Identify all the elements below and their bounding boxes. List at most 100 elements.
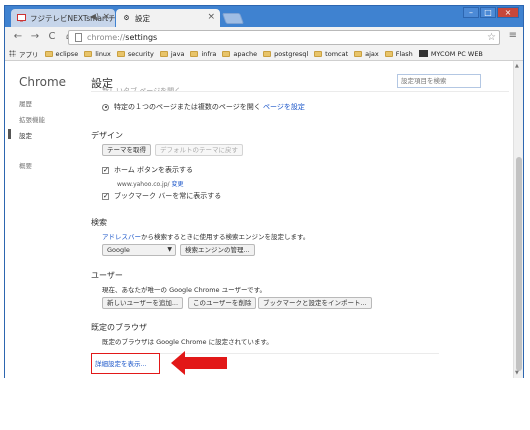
bookmark-eclipse[interactable]: eclipse	[44, 49, 79, 58]
folder-icon	[263, 50, 272, 57]
manage-search-engines-button[interactable]: 検索エンジンの管理...	[180, 244, 255, 256]
change-home-link[interactable]: 変更	[171, 181, 183, 188]
bookmark-mycom[interactable]: MYCOM PC WEB	[418, 49, 483, 58]
add-user-button[interactable]: 新しいユーザーを追加...	[102, 297, 184, 309]
section-title-default-browser: 既定のブラウザ	[91, 323, 147, 332]
close-tab-icon[interactable]: ×	[102, 12, 110, 22]
folder-icon	[190, 50, 199, 57]
set-pages-link[interactable]: ページを設定	[263, 102, 305, 112]
search-text: から検索するときに使用する検索エンジンを設定します。	[141, 233, 310, 241]
section-title-design: デザイン	[91, 131, 123, 140]
sidebar-item-about[interactable]: 概要	[19, 160, 32, 170]
show-advanced-settings-link[interactable]: 詳細設定を表示...	[95, 358, 147, 368]
bookmark-security[interactable]: security	[116, 49, 154, 58]
close-tab-icon[interactable]: ×	[207, 12, 215, 22]
close-window-button[interactable]: ×	[497, 7, 519, 18]
sidebar-item-extensions[interactable]: 拡張機能	[19, 114, 45, 124]
minimize-button[interactable]: –	[463, 7, 479, 18]
bookmark-flash[interactable]: Flash	[384, 50, 413, 58]
tv-icon	[17, 14, 26, 23]
folder-icon	[159, 50, 168, 57]
default-browser-status: 既定のブラウザは Google Chrome に設定されています。	[102, 338, 273, 346]
scroll-up-icon[interactable]: ▲	[515, 63, 519, 69]
checkbox-label: ブックマーク バーを常に表示する	[114, 192, 222, 200]
active-indicator	[8, 129, 11, 139]
tab-settings[interactable]: ⚙ 設定 ×	[116, 9, 220, 27]
checkbox-checked[interactable]: ✓	[102, 192, 109, 200]
reset-theme-button[interactable]: デフォルトのテーマに戻す	[155, 144, 243, 156]
menu-icon[interactable]: ≡	[509, 30, 517, 41]
bookmarks-bar: アプリ eclipse linux security java infra ap…	[5, 47, 523, 61]
bookmark-label: infra	[201, 49, 217, 58]
address-bar[interactable]: chrome://settings ☆	[68, 30, 500, 45]
address-bar-link[interactable]: アドレスバー	[102, 233, 141, 241]
toolbar: ← → C ⌂ chrome://settings ☆ ≡	[5, 27, 523, 47]
import-bookmarks-button[interactable]: ブックマークと設定をインポート...	[258, 297, 372, 309]
url-path: settings	[125, 33, 158, 42]
settings-search-input[interactable]	[397, 74, 481, 88]
bookmark-label: linux	[95, 49, 111, 58]
show-home-option[interactable]: ✓ ホーム ボタンを表示する	[102, 165, 193, 175]
star-icon[interactable]: ☆	[487, 31, 496, 44]
bookmark-java[interactable]: java	[159, 49, 185, 58]
show-bookmarks-option[interactable]: ✓ ブックマーク バーを常に表示する	[102, 191, 221, 201]
bookmark-apps[interactable]: アプリ	[9, 49, 39, 59]
bookmark-linux[interactable]: linux	[84, 50, 111, 58]
folder-icon	[222, 50, 231, 57]
checkbox-label: ホーム ボタンを表示する	[114, 166, 194, 174]
checkbox-checked[interactable]: ✓	[102, 166, 109, 174]
bookmark-tomcat[interactable]: tomcat	[314, 50, 348, 58]
sidebar-item-history[interactable]: 履歴	[19, 98, 32, 108]
search-description: アドレスバーから検索するときに使用する検索エンジンを設定します。	[102, 231, 309, 241]
forward-button[interactable]: →	[28, 30, 42, 44]
get-themes-button[interactable]: テーマを取得	[102, 144, 151, 156]
speaker-icon: ◀)	[89, 12, 99, 21]
home-url-text: www.yahoo.co.jp/	[117, 181, 170, 188]
browser-window: フジテレビNEXTsmartチャ ◀) × ⚙ 設定 × – □ × ← → C…	[4, 5, 524, 378]
folder-icon	[354, 50, 363, 57]
scrollbar-thumb[interactable]	[516, 157, 522, 371]
gear-icon: ⚙	[123, 14, 130, 22]
url-scheme: chrome://	[87, 33, 126, 42]
folder-icon	[84, 50, 93, 57]
search-engine-value: Google	[107, 246, 130, 254]
scroll-down-icon[interactable]: ▼	[515, 370, 519, 376]
bookmark-label: アプリ	[19, 50, 39, 59]
sidebar-item-settings[interactable]: 設定	[19, 130, 32, 140]
settings-page: Chrome 履歴 拡張機能 設定 概要 設定 新しいタブ ページを開く 特定の…	[5, 61, 523, 378]
sidebar-title: Chrome	[19, 75, 67, 89]
startup-specific-pages-option[interactable]: 特定の１つのページまたは複数のページを開く ページを設定	[102, 102, 305, 112]
maximize-button[interactable]: □	[480, 7, 496, 18]
scrollbar[interactable]: ▲ ▼	[513, 61, 523, 378]
radio-selected[interactable]	[102, 103, 109, 111]
bookmark-ajax[interactable]: ajax	[354, 50, 379, 58]
header-divider	[91, 91, 509, 92]
search-engine-select[interactable]: Google ▼	[102, 244, 176, 256]
folder-icon	[384, 50, 393, 57]
window-controls: – □ ×	[463, 7, 519, 18]
tab-strip: フジテレビNEXTsmartチャ ◀) × ⚙ 設定 × – □ ×	[5, 6, 523, 27]
back-button[interactable]: ←	[11, 30, 25, 44]
delete-user-button[interactable]: このユーザーを削除	[188, 297, 257, 309]
bookmark-label: apache	[233, 49, 258, 58]
bookmark-label: eclipse	[55, 49, 79, 58]
section-title-users: ユーザー	[91, 271, 123, 280]
tab-fujitv[interactable]: フジテレビNEXTsmartチャ ◀) ×	[11, 9, 115, 27]
users-description: 現在、あなたが唯一の Google Chrome ユーザーです。	[102, 286, 266, 294]
bookmark-label: security	[127, 49, 154, 58]
folder-icon	[314, 50, 323, 57]
bookmark-label: ajax	[365, 49, 379, 58]
bookmark-label: java	[170, 49, 185, 58]
bookmark-postgresql[interactable]: postgresql	[263, 50, 308, 58]
new-tab-button[interactable]	[221, 13, 245, 24]
bookmark-label: MYCOM PC WEB	[430, 49, 483, 58]
red-arrow-icon	[171, 351, 227, 375]
folder-icon	[116, 50, 125, 57]
home-url: www.yahoo.co.jp/ 変更	[117, 179, 183, 188]
section-title-search: 検索	[91, 218, 107, 227]
reload-button[interactable]: C	[45, 30, 59, 44]
radio-label: 特定の１つのページまたは複数のページを開く	[114, 103, 261, 111]
bookmark-apache[interactable]: apache	[222, 50, 257, 58]
page-icon	[75, 33, 82, 42]
bookmark-infra[interactable]: infra	[190, 50, 216, 58]
